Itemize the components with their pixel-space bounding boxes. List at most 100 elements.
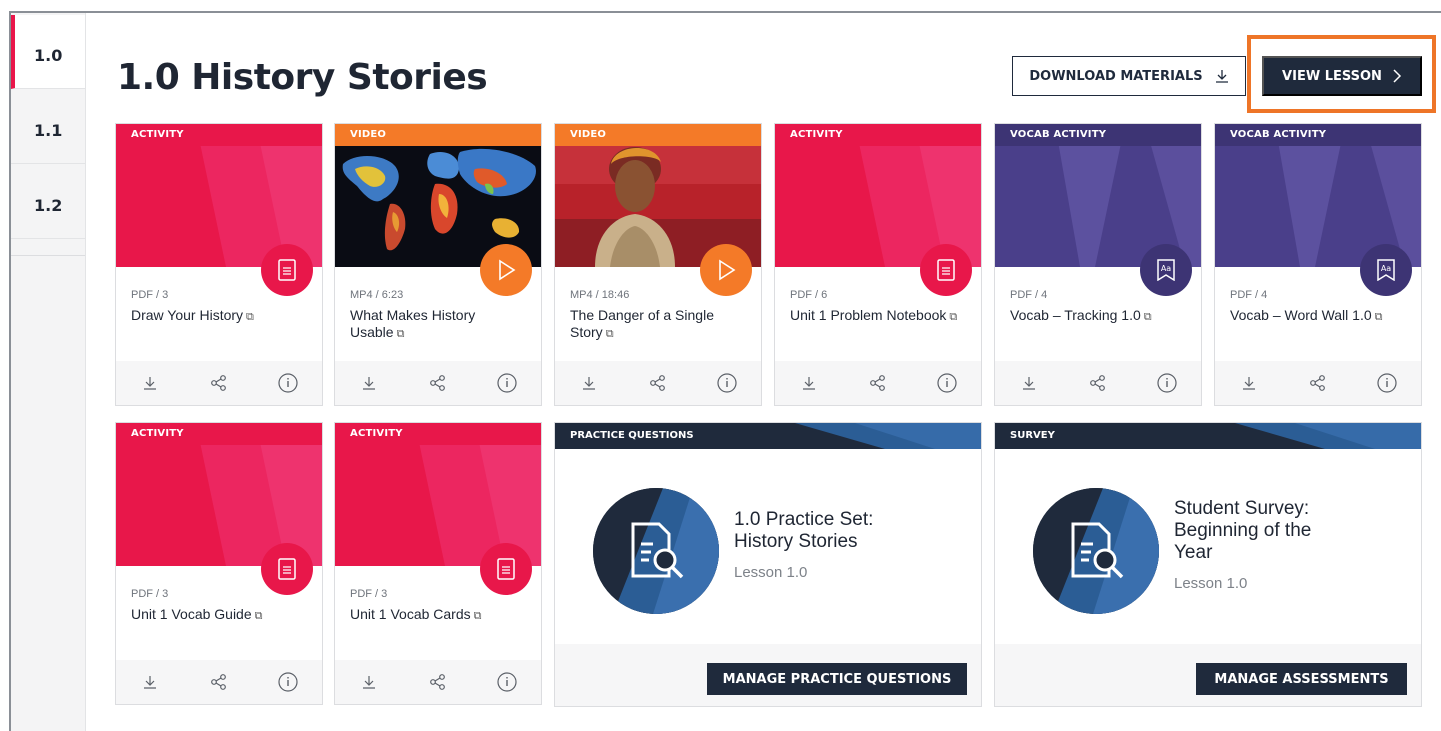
share-icon[interactable] bbox=[1306, 371, 1330, 395]
external-link-icon: ⧉ bbox=[246, 311, 254, 323]
download-icon[interactable] bbox=[577, 371, 601, 395]
card-actions bbox=[335, 361, 541, 405]
card-footer: MANAGE PRACTICE QUESTIONS bbox=[555, 644, 981, 706]
card-meta: PDF / 4 bbox=[1230, 289, 1268, 301]
card-type-tag: VOCAB ACTIVITY bbox=[1215, 124, 1421, 146]
share-icon[interactable] bbox=[207, 371, 231, 395]
resource-card[interactable]: ACTIVITY PDF / 3 Draw Your History ⧉ bbox=[115, 123, 323, 406]
play-icon[interactable] bbox=[700, 244, 752, 296]
card-title: Unit 1 Problem Notebook bbox=[790, 307, 947, 323]
sidebar-item-label: 1.2 bbox=[34, 196, 63, 215]
survey-card[interactable]: SURVEY Student Survey: Beginning of the … bbox=[994, 422, 1422, 707]
card-footer: MANAGE ASSESSMENTS bbox=[995, 644, 1421, 706]
info-icon[interactable] bbox=[715, 371, 739, 395]
download-icon[interactable] bbox=[1017, 371, 1041, 395]
resource-card[interactable]: VIDEO MP4 / 6:23 What Makes History Usab… bbox=[334, 123, 542, 406]
card-meta: PDF / 6 bbox=[790, 289, 828, 301]
download-icon[interactable] bbox=[1237, 371, 1261, 395]
info-icon[interactable] bbox=[495, 670, 519, 694]
practice-questions-card[interactable]: PRACTICE QUESTIONS 1.0 Practice Set: His… bbox=[554, 422, 982, 707]
card-actions bbox=[995, 361, 1201, 405]
sidebar-item-1-2[interactable]: 1.2 bbox=[11, 165, 85, 239]
sidebar-divider bbox=[11, 255, 85, 256]
chevron-right-icon bbox=[1393, 69, 1401, 83]
card-meta: PDF / 3 bbox=[131, 289, 169, 301]
card-title-link[interactable]: Unit 1 Problem Notebook ⧉ bbox=[790, 307, 960, 326]
card-title-link[interactable]: Unit 1 Vocab Guide ⧉ bbox=[131, 606, 301, 625]
card-type-tag: ACTIVITY bbox=[116, 423, 322, 445]
card-actions bbox=[116, 361, 322, 405]
document-icon bbox=[261, 543, 313, 595]
download-materials-button[interactable]: DOWNLOAD MATERIALS bbox=[1012, 56, 1246, 96]
card-actions bbox=[335, 660, 541, 704]
document-search-icon bbox=[593, 488, 719, 614]
practice-set-lesson: Lesson 1.0 bbox=[734, 564, 808, 581]
download-icon[interactable] bbox=[357, 371, 381, 395]
download-icon[interactable] bbox=[138, 670, 162, 694]
card-meta: MP4 / 18:46 bbox=[570, 289, 630, 301]
share-icon[interactable] bbox=[207, 670, 231, 694]
info-icon[interactable] bbox=[276, 670, 300, 694]
card-type-tag: VIDEO bbox=[335, 124, 541, 146]
card-title-link[interactable]: Unit 1 Vocab Cards ⧉ bbox=[350, 606, 520, 625]
share-icon[interactable] bbox=[426, 371, 450, 395]
vocab-icon: Aa bbox=[1140, 244, 1192, 296]
resource-card[interactable]: ACTIVITY PDF / 6 Unit 1 Problem Notebook… bbox=[774, 123, 982, 406]
window-top-border bbox=[9, 11, 1441, 13]
card-title-link[interactable]: Vocab – Word Wall 1.0 ⧉ bbox=[1230, 307, 1400, 326]
card-title-link[interactable]: What Makes History Usable ⧉ bbox=[350, 307, 520, 343]
view-lesson-label: VIEW LESSON bbox=[1282, 68, 1382, 84]
info-icon[interactable] bbox=[495, 371, 519, 395]
external-link-icon: ⧉ bbox=[605, 328, 614, 340]
document-icon bbox=[261, 244, 313, 296]
download-icon[interactable] bbox=[138, 371, 162, 395]
resource-card[interactable]: VOCAB ACTIVITY Aa PDF / 4 Vocab – Word W… bbox=[1214, 123, 1422, 406]
svg-text:Aa: Aa bbox=[1381, 264, 1391, 273]
card-title: What Makes History Usable bbox=[350, 307, 476, 340]
card-meta: MP4 / 6:23 bbox=[350, 289, 404, 301]
external-link-icon: ⧉ bbox=[254, 610, 263, 622]
card-type-tag: PRACTICE QUESTIONS bbox=[555, 423, 981, 449]
card-actions bbox=[555, 361, 761, 405]
practice-set-title: 1.0 Practice Set: History Stories bbox=[734, 509, 874, 552]
vocab-icon: Aa bbox=[1360, 244, 1412, 296]
info-icon[interactable] bbox=[1155, 371, 1179, 395]
card-title-link[interactable]: Draw Your History ⧉ bbox=[131, 307, 301, 326]
card-type-tag: ACTIVITY bbox=[116, 124, 322, 146]
download-icon[interactable] bbox=[797, 371, 821, 395]
view-lesson-button[interactable]: VIEW LESSON bbox=[1262, 56, 1422, 96]
resource-card[interactable]: VIDEO MP4 / 18:46 The Danger of a Single… bbox=[554, 123, 762, 406]
card-title: Vocab – Tracking 1.0 bbox=[1010, 307, 1141, 323]
share-icon[interactable] bbox=[1086, 371, 1110, 395]
card-actions bbox=[1215, 361, 1421, 405]
card-title-link[interactable]: Vocab – Tracking 1.0 ⧉ bbox=[1010, 307, 1180, 326]
sidebar-item-1-1[interactable]: 1.1 bbox=[11, 90, 85, 164]
resource-card[interactable]: ACTIVITY PDF / 3 Unit 1 Vocab Cards ⧉ bbox=[334, 422, 542, 705]
manage-practice-questions-button[interactable]: MANAGE PRACTICE QUESTIONS bbox=[707, 663, 967, 695]
info-icon[interactable] bbox=[1375, 371, 1399, 395]
resource-card[interactable]: VOCAB ACTIVITY Aa PDF / 4 Vocab – Tracki… bbox=[994, 123, 1202, 406]
external-link-icon: ⧉ bbox=[949, 311, 958, 323]
info-icon[interactable] bbox=[935, 371, 959, 395]
info-icon[interactable] bbox=[276, 371, 300, 395]
download-icon bbox=[1215, 70, 1228, 83]
survey-lesson: Lesson 1.0 bbox=[1174, 575, 1248, 592]
card-type-label: PRACTICE QUESTIONS bbox=[570, 430, 694, 441]
card-meta: PDF / 3 bbox=[131, 588, 169, 600]
page-title: 1.0 History Stories bbox=[117, 57, 488, 98]
card-title-link[interactable]: The Danger of a Single Story ⧉ bbox=[570, 307, 740, 343]
sidebar-item-1-0[interactable]: 1.0 bbox=[11, 15, 85, 89]
share-icon[interactable] bbox=[426, 670, 450, 694]
sidebar-item-label: 1.0 bbox=[34, 46, 63, 65]
card-type-label: SURVEY bbox=[1010, 430, 1055, 441]
share-icon[interactable] bbox=[646, 371, 670, 395]
manage-assessments-button[interactable]: MANAGE ASSESSMENTS bbox=[1196, 663, 1407, 695]
play-icon[interactable] bbox=[480, 244, 532, 296]
external-link-icon: ⧉ bbox=[1143, 311, 1152, 323]
download-icon[interactable] bbox=[357, 670, 381, 694]
resource-card[interactable]: ACTIVITY PDF / 3 Unit 1 Vocab Guide ⧉ bbox=[115, 422, 323, 705]
card-type-tag: VIDEO bbox=[555, 124, 761, 146]
share-icon[interactable] bbox=[866, 371, 890, 395]
download-materials-label: DOWNLOAD MATERIALS bbox=[1029, 68, 1203, 84]
lesson-sidebar: 1.0 1.1 1.2 bbox=[11, 13, 86, 731]
